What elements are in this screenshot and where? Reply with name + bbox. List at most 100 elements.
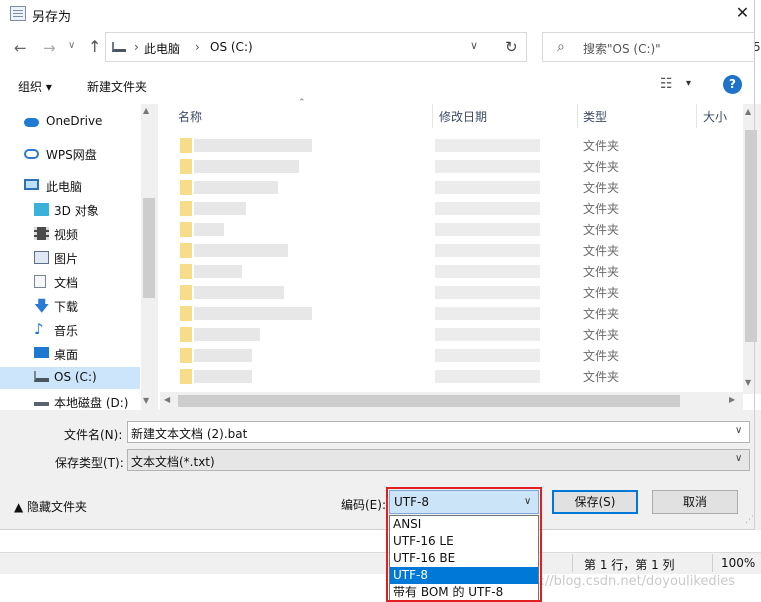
status-cursor-position: 第 1 行，第 1 列 <box>584 558 675 572</box>
scroll-left-arrow-icon[interactable]: ◀ <box>164 395 170 404</box>
close-button[interactable]: ✕ <box>724 0 761 26</box>
resize-grip-icon[interactable]: ⋰ <box>745 515 754 525</box>
file-name-blurred <box>194 328 260 341</box>
scroll-up-arrow-icon[interactable]: ▲ <box>745 107 751 116</box>
nav-item-label: 下载 <box>54 300 79 314</box>
nav-item-label: 此电脑 <box>46 180 83 194</box>
file-name-blurred <box>194 370 252 383</box>
nav-item-3d-objects[interactable]: 3D 对象 <box>0 199 140 221</box>
breadcrumb-os-c[interactable]: OS (C:) <box>210 40 253 54</box>
status-divider <box>712 554 713 572</box>
file-name-blurred <box>194 139 312 152</box>
wps-cloud-icon <box>24 149 39 159</box>
nav-item-documents[interactable]: 文档 <box>0 271 140 293</box>
folder-icon <box>180 222 192 237</box>
folder-icon <box>180 159 192 174</box>
scroll-down-arrow-icon[interactable]: ▼ <box>745 378 751 387</box>
folder-icon <box>180 369 192 384</box>
folder-row[interactable]: 文件夹 <box>160 156 743 177</box>
save-button[interactable]: 保存(S) <box>552 490 638 514</box>
back-button[interactable]: ← <box>14 39 27 57</box>
column-header-type[interactable]: 类型 <box>583 108 607 125</box>
file-name-blurred <box>194 202 246 215</box>
folder-row[interactable]: 文件夹 <box>160 198 743 219</box>
nav-item-music[interactable]: ♪ 音乐 <box>0 319 140 341</box>
folder-row[interactable]: 文件夹 <box>160 135 743 156</box>
filetype-select[interactable]: 文本文档(*.txt) ∨ <box>127 449 750 471</box>
column-divider[interactable] <box>696 104 697 128</box>
scroll-right-arrow-icon[interactable]: ▶ <box>729 395 735 404</box>
view-options-dropdown[interactable]: ▾ <box>686 78 691 89</box>
column-header-date[interactable]: 修改日期 <box>439 108 487 125</box>
nav-item-this-pc[interactable]: 此电脑 <box>0 175 140 197</box>
file-type: 文件夹 <box>583 244 620 258</box>
sort-arrow-icon: ⌃ <box>298 98 306 108</box>
column-divider[interactable] <box>577 104 578 128</box>
hide-folders-button[interactable]: ▲ 隐藏文件夹 <box>14 498 87 515</box>
view-options-icon[interactable]: ☷ <box>660 76 673 92</box>
organize-button[interactable]: 组织 ▾ <box>18 78 52 95</box>
folder-icon <box>180 327 192 342</box>
file-name-blurred <box>194 160 299 173</box>
file-list-hscroll-thumb[interactable] <box>178 395 680 407</box>
recent-locations-button[interactable]: ∨ <box>68 40 75 51</box>
folder-row[interactable]: 文件夹 <box>160 303 743 324</box>
breadcrumb-this-pc[interactable]: 此电脑 <box>144 40 180 57</box>
file-date-blurred <box>435 223 540 236</box>
file-name-blurred <box>194 349 252 362</box>
nav-item-wps[interactable]: WPS网盘 <box>0 143 140 165</box>
folder-row[interactable]: 文件夹 <box>160 177 743 198</box>
filename-input[interactable]: 新建文本文档 (2).bat ∨ <box>127 421 750 443</box>
folder-row[interactable]: 文件夹 <box>160 345 743 366</box>
file-type: 文件夹 <box>583 328 620 342</box>
file-type: 文件夹 <box>583 202 620 216</box>
help-icon[interactable]: ? <box>723 75 742 94</box>
address-bar[interactable]: › 此电脑 › OS (C:) ∨ ↻ <box>105 32 527 62</box>
nav-item-videos[interactable]: 视频 <box>0 223 140 245</box>
folder-row[interactable]: 文件夹 <box>160 324 743 345</box>
nav-item-onedrive[interactable]: OneDrive <box>0 111 140 133</box>
folder-row[interactable]: 文件夹 <box>160 366 743 387</box>
nav-item-label: 3D 对象 <box>54 204 99 218</box>
search-input[interactable]: ⌕ 搜索"OS (C:)" <box>542 32 755 62</box>
file-type: 文件夹 <box>583 307 620 321</box>
folder-row[interactable]: 文件夹 <box>160 240 743 261</box>
breadcrumb-separator[interactable]: › <box>195 40 200 54</box>
scroll-up-arrow-icon[interactable]: ▲ <box>143 106 149 115</box>
filename-label: 文件名(N): <box>64 428 123 442</box>
status-zoom: 100% <box>721 556 756 570</box>
folder-row[interactable]: 文件夹 <box>160 282 743 303</box>
folder-icon <box>180 201 192 216</box>
up-button[interactable]: ↑ <box>88 37 101 56</box>
file-type: 文件夹 <box>583 286 620 300</box>
file-list-scrollbar-thumb[interactable] <box>745 130 757 342</box>
new-folder-button[interactable]: 新建文件夹 <box>87 78 147 95</box>
column-header-name[interactable]: 名称 <box>178 108 202 125</box>
forward-button[interactable]: → <box>43 39 56 57</box>
file-date-blurred <box>435 244 540 257</box>
search-icon: ⌕ <box>557 39 565 55</box>
navigation-pane: OneDrive WPS网盘 此电脑 3D 对象 视频 图片 文档 🡇 下载 ♪… <box>0 104 158 410</box>
folder-row[interactable]: 文件夹 <box>160 261 743 282</box>
nav-item-pictures[interactable]: 图片 <box>0 247 140 269</box>
folder-row[interactable]: 文件夹 <box>160 219 743 240</box>
folder-icon <box>180 306 192 321</box>
column-divider[interactable] <box>432 104 433 128</box>
file-date-blurred <box>435 349 540 362</box>
chevron-down-icon[interactable]: ∨ <box>735 425 742 436</box>
search-placeholder: 搜索"OS (C:)" <box>583 42 661 56</box>
filetype-value: 文本文档(*.txt) <box>131 455 215 469</box>
file-name-blurred <box>194 244 288 257</box>
scroll-down-arrow-icon[interactable]: ▼ <box>143 396 149 405</box>
column-header-size[interactable]: 大小 <box>703 108 727 125</box>
nav-item-desktop[interactable]: 桌面 <box>0 343 140 365</box>
nav-scrollbar-thumb[interactable] <box>143 198 155 298</box>
address-dropdown-button[interactable]: ∨ <box>470 39 478 52</box>
refresh-button[interactable]: ↻ <box>505 38 518 56</box>
nav-item-os-c[interactable]: OS (C:) <box>0 367 140 389</box>
cancel-button[interactable]: 取消 <box>652 490 738 514</box>
chevron-down-icon[interactable]: ∨ <box>735 453 742 464</box>
nav-item-label: 文档 <box>54 276 79 290</box>
onedrive-icon <box>24 118 39 127</box>
nav-item-downloads[interactable]: 🡇 下载 <box>0 295 140 317</box>
